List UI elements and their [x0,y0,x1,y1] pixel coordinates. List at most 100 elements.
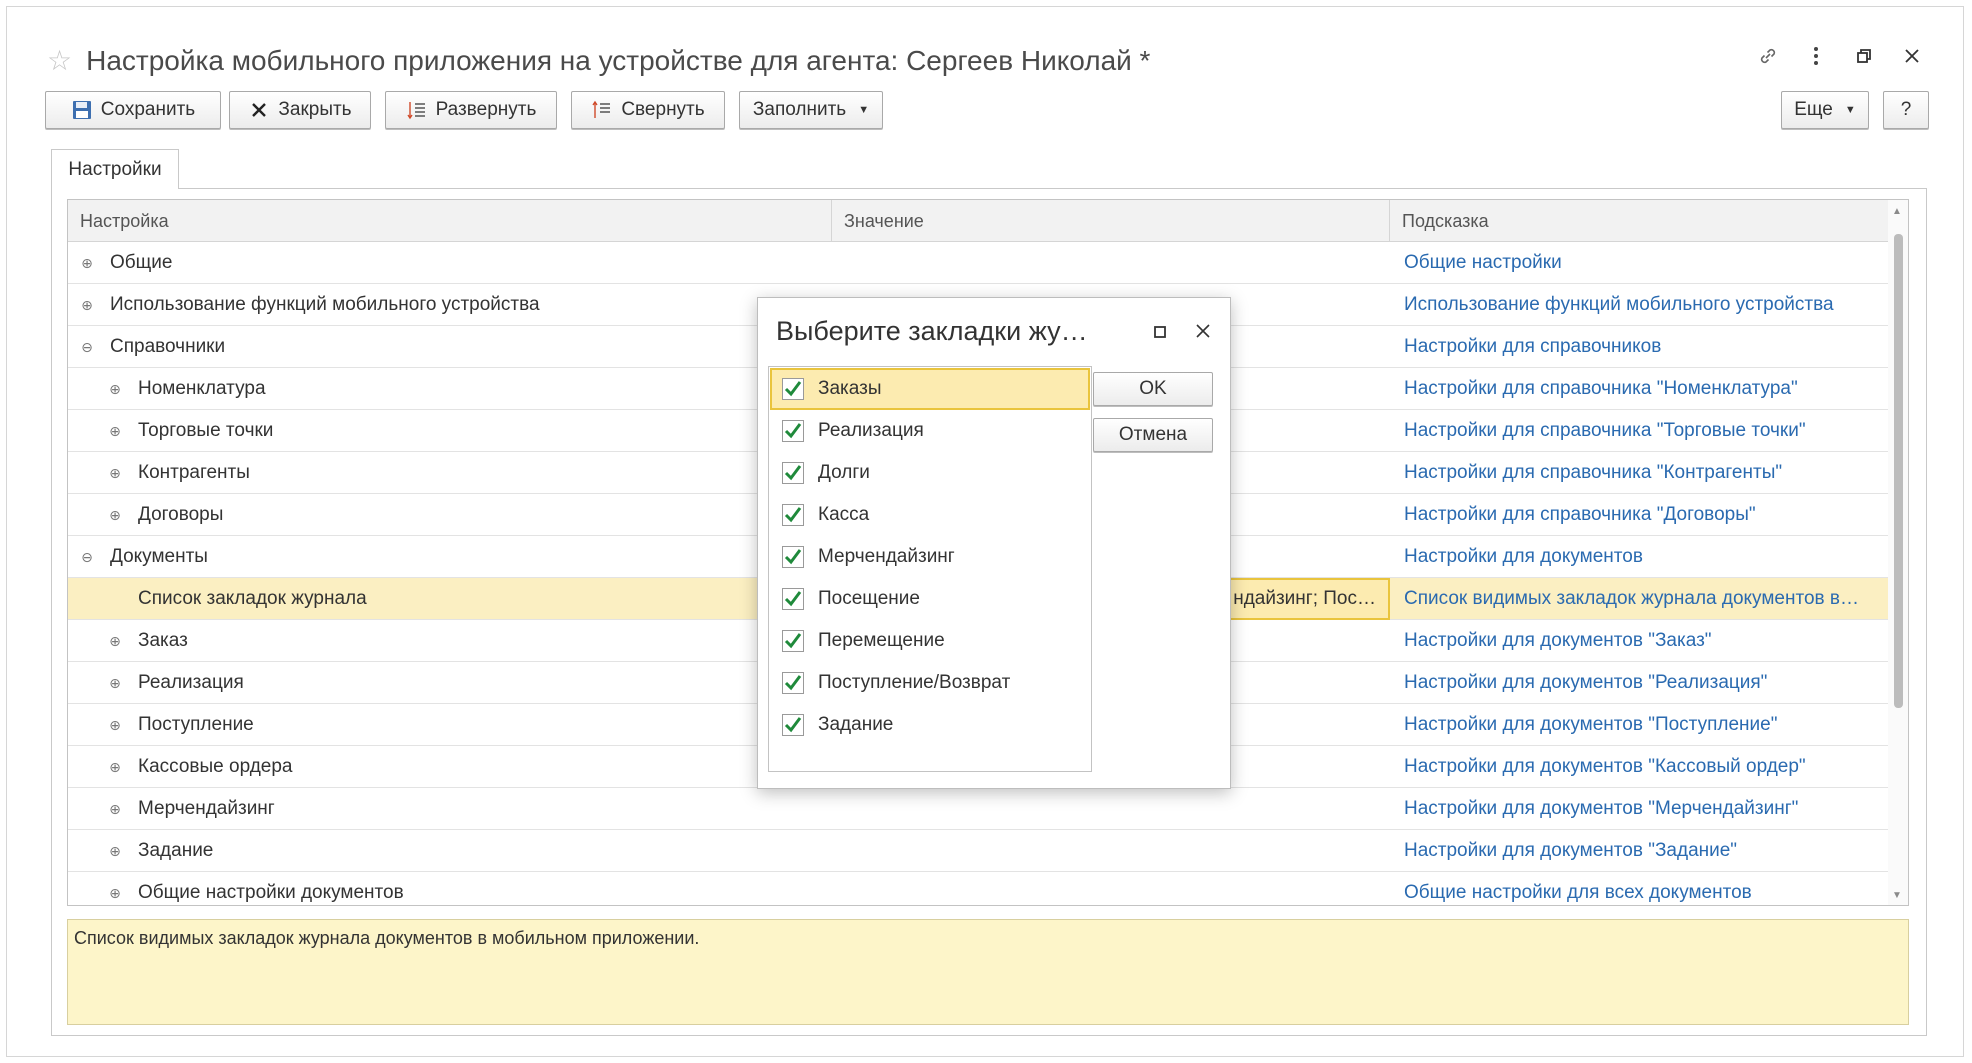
cell-hint-link[interactable]: Настройки для справочника "Контрагенты" [1390,452,1886,494]
scrollbar-thumb[interactable] [1894,234,1903,708]
toolbar: Сохранить Закрыть Развернуть Свернуть За… [45,91,1935,129]
cell-hint-link[interactable]: Настройки для справочника "Торговые точк… [1390,410,1886,452]
checkbox[interactable] [782,588,804,610]
more-vertical-icon[interactable] [1805,45,1827,67]
checklist-item-label: Перемещение [818,630,945,651]
help-button[interactable]: ? [1883,91,1929,129]
expand-node-icon[interactable]: ⊕ [108,466,122,480]
checklist-item[interactable]: Посещение [770,578,1090,620]
ok-button[interactable]: OK [1093,372,1213,406]
checkbox[interactable] [782,420,804,442]
expand-button[interactable]: Развернуть [385,91,557,129]
maximize-icon[interactable] [1148,320,1172,344]
restore-window-icon[interactable] [1853,45,1875,67]
collapse-node-icon[interactable]: ⊖ [80,550,94,564]
cell-hint-link[interactable]: Настройки для документов "Поступление" [1390,704,1886,746]
tabs-checklist: Заказы Реализация Долги Касса Мерчендайзинг П… [768,366,1092,772]
checkbox[interactable] [782,378,804,400]
cell-hint-link[interactable]: Настройки для документов "Кассовый ордер… [1390,746,1886,788]
checkbox[interactable] [782,630,804,652]
expand-node-icon[interactable]: ⊕ [108,676,122,690]
checklist-item[interactable]: Поступление/Возврат [770,662,1090,704]
checklist-item-label: Касса [818,504,870,525]
table-row[interactable]: ⊕ Задание Настройки для документов "Задани… [68,830,1888,872]
cell-hint-link[interactable]: Список видимых закладок журнала документ… [1390,578,1886,620]
cell-setting: ⊕ Реализация [108,662,244,704]
dialog-close-icon[interactable] [1190,318,1216,344]
cell-setting-label: Поступление [138,714,254,735]
cell-setting-label: Контрагенты [138,462,250,483]
table-row[interactable]: ⊕ Общие Общие настройки [68,242,1888,284]
cell-hint-link[interactable]: Настройки для документов "Мерчендайзинг" [1390,788,1886,830]
window-controls [1757,45,1923,67]
favorite-star-icon[interactable]: ☆ [47,47,72,75]
checkbox[interactable] [782,546,804,568]
checklist-item[interactable]: Реализация [770,410,1090,452]
save-button[interactable]: Сохранить [45,91,221,129]
table-row[interactable]: ⊕ Общие настройки документов Общие настрой… [68,872,1888,905]
cell-hint-link[interactable]: Настройки для справочника "Номенклатура" [1390,368,1886,410]
tab-settings[interactable]: Настройки [51,149,179,189]
cell-hint-link[interactable]: Общие настройки для всех документов [1390,872,1886,905]
collapse-node-icon[interactable]: ⊖ [80,340,94,354]
checkmark-icon [784,549,802,565]
expand-node-icon[interactable]: ⊕ [108,886,122,900]
cell-value[interactable] [832,788,1390,830]
scroll-down-icon[interactable]: ▼ [1892,890,1902,901]
close-window-icon[interactable] [1901,45,1923,67]
more-dropdown-button[interactable]: Еще ▼ [1781,91,1869,129]
cell-value[interactable] [832,830,1390,872]
checkbox[interactable] [782,504,804,526]
cell-setting: ⊕ Кассовые ордера [108,746,292,788]
close-button[interactable]: Закрыть [229,91,371,129]
cell-value[interactable] [832,242,1390,284]
cell-setting: ⊕ Использование функций мобильного устрой… [80,284,539,326]
vertical-scrollbar[interactable]: ▲ ▼ [1888,200,1908,905]
checkmark-icon [784,381,802,397]
fill-dropdown-button[interactable]: Заполнить ▼ [739,91,883,129]
title-bar: ☆ Настройка мобильного приложения на уст… [47,41,1150,81]
cell-hint-link[interactable]: Настройки для справочника "Договоры" [1390,494,1886,536]
link-icon[interactable] [1757,45,1779,67]
checklist-item[interactable]: Мерчендайзинг [770,536,1090,578]
cell-hint-link[interactable]: Настройки для документов "Реализация" [1390,662,1886,704]
collapse-button[interactable]: Свернуть [571,91,725,129]
cell-setting-label: Номенклатура [138,378,266,399]
expand-node-icon[interactable]: ⊕ [108,802,122,816]
expand-node-icon[interactable]: ⊕ [80,256,94,270]
cell-hint-link[interactable]: Настройки для справочников [1390,326,1886,368]
cell-hint-link[interactable]: Использование функций мобильного устройс… [1390,284,1886,326]
cell-hint-link[interactable]: Настройки для документов "Задание" [1390,830,1886,872]
checkbox[interactable] [782,462,804,484]
table-row[interactable]: ⊕ Мерчендайзинг Настройки для документов "… [68,788,1888,830]
cancel-button[interactable]: Отмена [1093,418,1213,452]
scroll-up-icon[interactable]: ▲ [1892,206,1902,217]
checklist-item[interactable]: Перемещение [770,620,1090,662]
checklist-item[interactable]: Заказы [770,368,1090,410]
expand-node-icon[interactable]: ⊕ [108,718,122,732]
cell-hint-link[interactable]: Общие настройки [1390,242,1886,284]
checklist-item[interactable]: Касса [770,494,1090,536]
cell-setting-label: Реализация [138,672,244,693]
column-header-hint[interactable]: Подсказка [1390,200,1888,242]
column-header-value[interactable]: Значение [832,200,1390,242]
expand-node-icon[interactable]: ⊕ [108,424,122,438]
cell-hint-link[interactable]: Настройки для документов [1390,536,1886,578]
expand-node-icon[interactable]: ⊕ [80,298,94,312]
expand-node-icon[interactable]: ⊕ [108,382,122,396]
checkbox[interactable] [782,714,804,736]
dialog-title: Выберите закладки жу… [776,316,1088,346]
expand-node-icon[interactable]: ⊕ [108,634,122,648]
checklist-item-label: Заказы [818,378,882,399]
expand-node-icon[interactable]: ⊕ [108,508,122,522]
column-header-setting[interactable]: Настройка [68,200,832,242]
cell-value[interactable] [832,872,1390,905]
expand-tree-icon [406,99,428,121]
cell-setting: ⊕ Общие [80,242,172,284]
checklist-item[interactable]: Задание [770,704,1090,746]
cell-hint-link[interactable]: Настройки для документов "Заказ" [1390,620,1886,662]
checkbox[interactable] [782,672,804,694]
checklist-item[interactable]: Долги [770,452,1090,494]
expand-node-icon[interactable]: ⊕ [108,760,122,774]
expand-node-icon[interactable]: ⊕ [108,844,122,858]
